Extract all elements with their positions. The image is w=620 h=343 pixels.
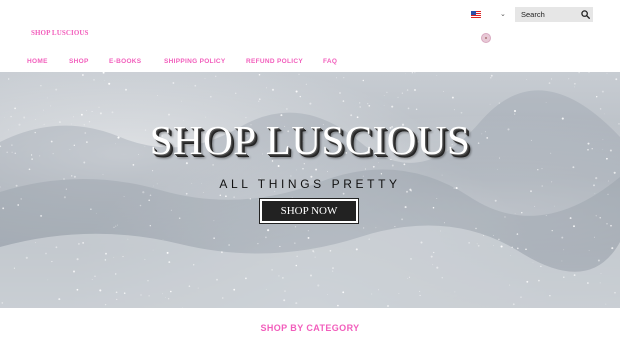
search-input[interactable] (515, 7, 575, 22)
shop-by-category-heading: SHOP BY CATEGORY (260, 323, 360, 333)
hero-banner: SHOP LUSCIOUS ALL THINGS PRETTY SHOP NOW (0, 72, 620, 308)
hero-subtitle: ALL THINGS PRETTY (219, 177, 401, 191)
search-bar (515, 7, 593, 22)
account-icon[interactable] (481, 33, 491, 43)
main-nav: HOME SHOP E-BOOKS SHIPPING POLICY REFUND… (0, 52, 620, 72)
chevron-down-icon[interactable]: ⌄ (500, 10, 506, 18)
search-icon[interactable] (581, 10, 590, 19)
nav-item-ebooks[interactable]: E-BOOKS (109, 58, 141, 65)
site-header: SHOP LUSCIOUS ⌄ (0, 0, 620, 52)
nav-item-home[interactable]: HOME (27, 58, 48, 65)
nav-item-refund-policy[interactable]: REFUND POLICY (246, 58, 303, 65)
us-flag-icon[interactable] (471, 11, 481, 18)
nav-item-shipping-policy[interactable]: SHIPPING POLICY (164, 58, 226, 65)
nav-item-shop[interactable]: SHOP (69, 58, 89, 65)
site-logo[interactable]: SHOP LUSCIOUS (31, 29, 89, 37)
hero-title: SHOP LUSCIOUS (149, 117, 471, 163)
shop-now-button[interactable]: SHOP NOW (259, 198, 359, 224)
nav-item-faq[interactable]: FAQ (323, 58, 337, 65)
